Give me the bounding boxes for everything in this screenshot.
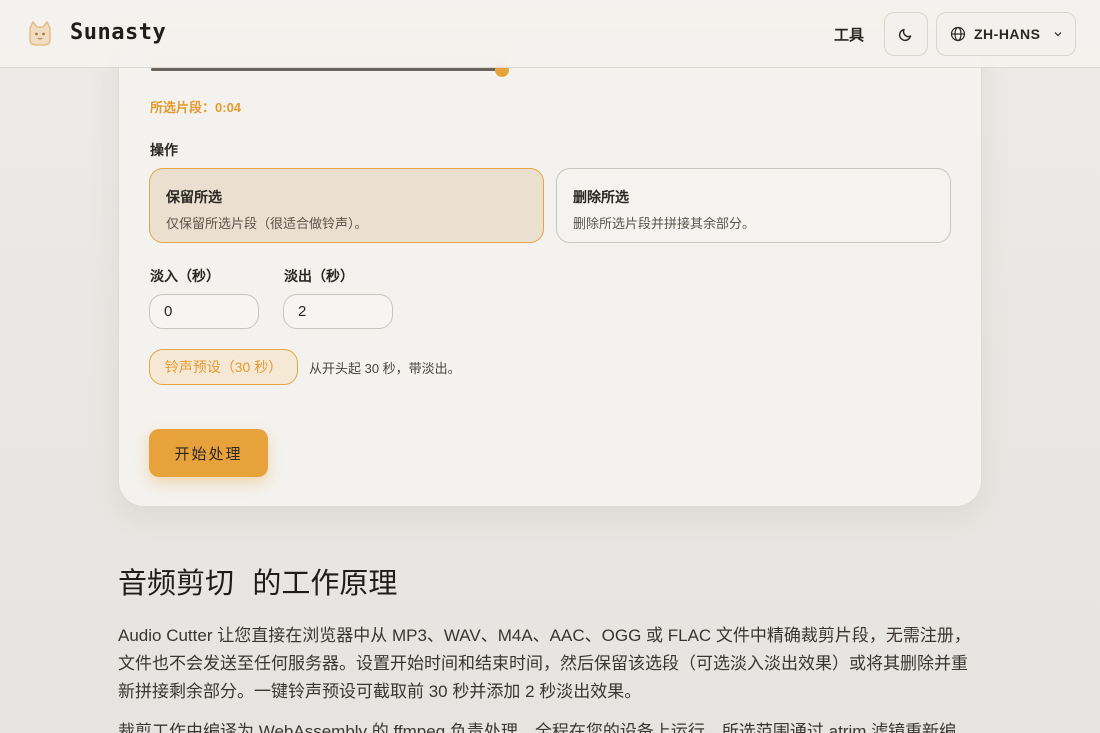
preset-note: 从开头起 30 秒，带淡出。 [309, 361, 461, 376]
nav-link-tools[interactable]: 工具 [834, 24, 864, 45]
moon-icon [898, 28, 912, 42]
language-label: ZH-HANS [974, 26, 1041, 42]
ringtone-preset-button[interactable]: 铃声预设（30 秒） [149, 349, 298, 385]
start-processing-button[interactable]: 开始处理 [149, 429, 268, 477]
option-description: 删除所选片段并拼接其余部分。 [573, 216, 756, 231]
chevron-down-icon [1054, 32, 1061, 37]
fade-out-label: 淡出（秒） [284, 268, 354, 284]
timeline-track[interactable] [151, 68, 505, 71]
option-title: 删除所选 [573, 189, 629, 205]
keep-selection-option[interactable]: 保留所选 仅保留所选片段（很适合做铃声）。 [149, 168, 544, 243]
fade-in-label: 淡入（秒） [150, 268, 220, 284]
operations-heading: 操作 [150, 142, 178, 158]
option-title: 保留所选 [166, 189, 222, 205]
brand-name[interactable]: Sunasty [70, 20, 166, 45]
fade-in-input[interactable] [149, 294, 259, 329]
article-title: 音频剪切 的工作原理 [118, 566, 398, 600]
delete-selection-option[interactable]: 删除所选 删除所选片段并拼接其余部分。 [556, 168, 951, 243]
selected-segment-value: 0:04 [215, 100, 242, 115]
article-paragraph: Audio Cutter 让您直接在浏览器中从 MP3、WAV、M4A、AAC、… [118, 626, 971, 701]
cat-logo-icon[interactable] [24, 18, 56, 50]
article-paragraph: 裁剪工作由编译为 WebAssembly 的 ffmpeg 负责处理，全程在您的… [118, 722, 957, 733]
top-navbar: Sunasty 工具 ZH-HANS [0, 0, 1100, 68]
theme-toggle-button[interactable] [884, 12, 928, 56]
selected-segment-label: 所选片段： [150, 100, 216, 115]
option-description: 仅保留所选片段（很适合做铃声）。 [166, 216, 368, 231]
selected-segment-readout: 所选片段：0:04 [150, 97, 241, 116]
fade-out-input[interactable] [283, 294, 393, 329]
audio-editor-card: 所选片段：0:04 操作 保留所选 仅保留所选片段（很适合做铃声）。 删除所选 … [118, 30, 982, 507]
globe-icon [950, 26, 966, 42]
language-selector[interactable]: ZH-HANS [936, 12, 1076, 56]
